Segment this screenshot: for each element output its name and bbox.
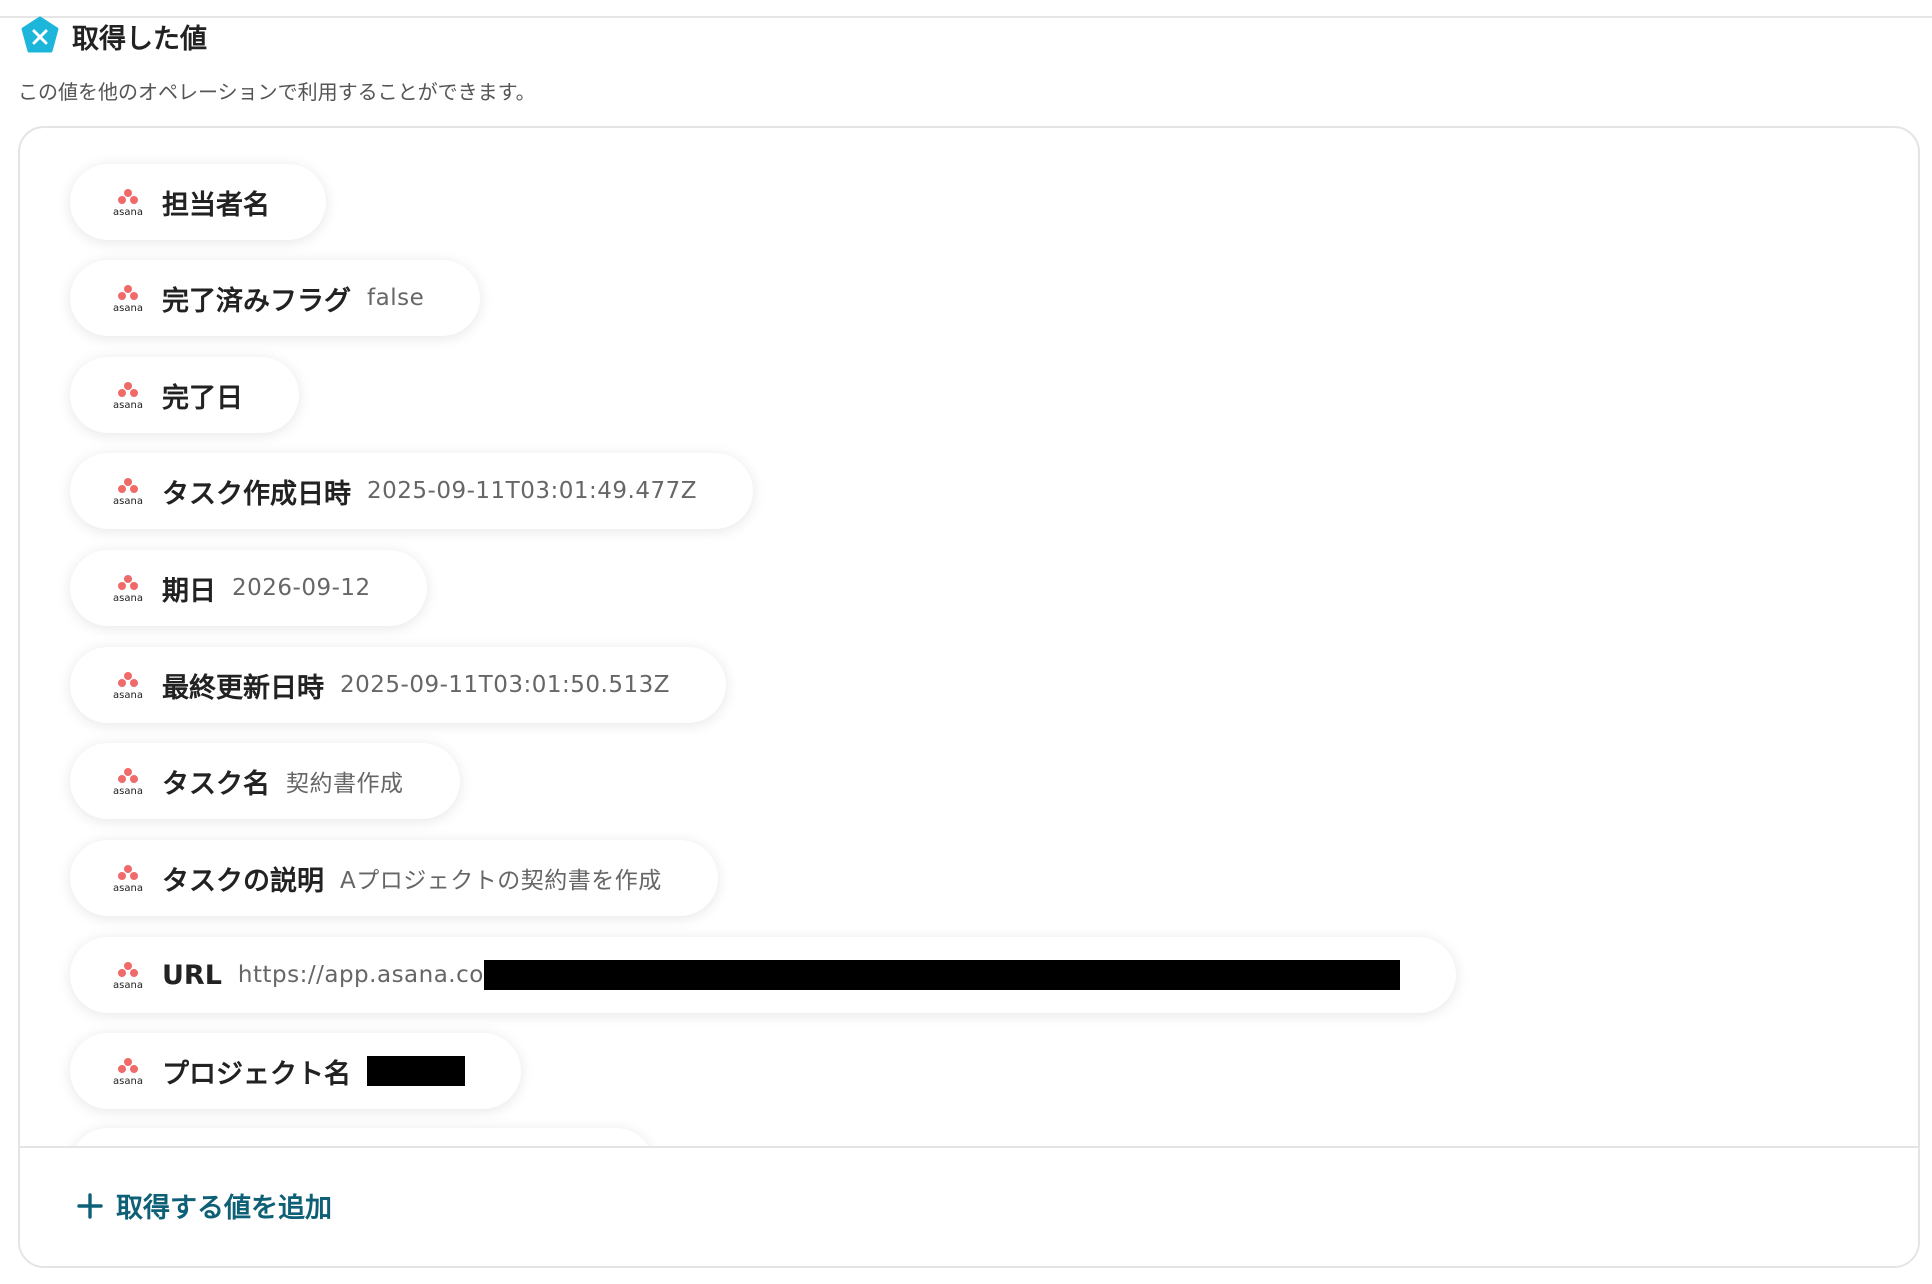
- value-label: タスク名: [162, 768, 270, 800]
- value-sample: false: [367, 285, 425, 311]
- value-label: プロジェクト名: [162, 1058, 351, 1090]
- value-sample: 2025-09-11T03:01:50.513Z: [340, 672, 670, 698]
- asana-logo-icon: asana: [113, 285, 143, 313]
- value-label: 担当者名: [162, 189, 270, 221]
- svg-text:asana: asana: [113, 883, 143, 893]
- value-chip-partially-visible[interactable]: [70, 1128, 654, 1146]
- value-chip-task-description[interactable]: asana タスクの説明 Aプロジェクトの契約書を作成: [70, 840, 718, 916]
- value-sample: 契約書作成: [286, 771, 404, 797]
- add-value-label: 取得する値を追加: [116, 1193, 332, 1224]
- top-divider: [0, 0, 1932, 18]
- values-panel: asana 担当者名 asana 完了済みフラグ false asana 完了日…: [18, 126, 1920, 1268]
- redacted-block: [367, 1056, 465, 1086]
- value-chip-task-created-at[interactable]: asana タスク作成日時 2025-09-11T03:01:49.477Z: [70, 453, 753, 529]
- plus-icon: [77, 1192, 103, 1219]
- svg-text:asana: asana: [113, 207, 143, 217]
- value-chip-completed-date[interactable]: asana 完了日: [70, 357, 299, 433]
- section-header: 取得した値: [20, 16, 207, 56]
- section-description: この値を他のオペレーションで利用することができます。: [18, 80, 536, 104]
- value-chip-task-name[interactable]: asana タスク名 契約書作成: [70, 743, 460, 819]
- add-value-button[interactable]: 取得する値を追加: [76, 1186, 332, 1225]
- value-chip-due-date[interactable]: asana 期日 2026-09-12: [70, 550, 427, 626]
- value-sample: Aプロジェクトの契約書を作成: [340, 868, 662, 894]
- asana-logo-icon: asana: [113, 865, 143, 893]
- asana-logo-icon: asana: [113, 1058, 143, 1086]
- value-label: タスク作成日時: [162, 478, 351, 510]
- svg-text:asana: asana: [113, 690, 143, 700]
- asana-logo-icon: asana: [113, 962, 143, 990]
- value-chip-completed-flag[interactable]: asana 完了済みフラグ false: [70, 260, 481, 336]
- svg-text:asana: asana: [113, 400, 143, 410]
- values-list: asana 担当者名 asana 完了済みフラグ false asana 完了日…: [20, 128, 1918, 1146]
- value-chip-url[interactable]: asana URL https://app.asana.co: [70, 937, 1456, 1013]
- asana-logo-icon: asana: [113, 189, 143, 217]
- redacted-block: [483, 960, 1400, 990]
- asana-logo-icon: asana: [113, 672, 143, 700]
- value-label: 最終更新日時: [162, 672, 324, 704]
- value-label: タスクの説明: [162, 865, 324, 897]
- svg-text:asana: asana: [113, 1076, 143, 1086]
- panel-footer: 取得する値を追加: [20, 1146, 1918, 1266]
- svg-text:asana: asana: [113, 303, 143, 313]
- value-chip-assignee[interactable]: asana 担当者名: [70, 164, 326, 240]
- svg-text:asana: asana: [113, 980, 143, 990]
- section-title: 取得した値: [72, 23, 207, 55]
- asana-logo-icon: asana: [113, 768, 143, 796]
- variable-icon: [21, 16, 59, 53]
- value-chip-last-updated[interactable]: asana 最終更新日時 2025-09-11T03:01:50.513Z: [70, 647, 726, 723]
- value-label: 期日: [162, 575, 216, 607]
- svg-text:asana: asana: [113, 496, 143, 506]
- value-label: 完了日: [162, 382, 243, 414]
- page: 取得した値 この値を他のオペレーションで利用することができます。 asana 担…: [0, 0, 1932, 1284]
- svg-text:asana: asana: [113, 786, 143, 796]
- value-label: URL: [162, 959, 222, 991]
- svg-text:asana: asana: [113, 593, 143, 603]
- value-sample: 2026-09-12: [232, 575, 371, 601]
- asana-logo-icon: asana: [113, 575, 143, 603]
- asana-logo-icon: asana: [113, 478, 143, 506]
- value-sample: https://app.asana.co: [237, 962, 484, 988]
- value-label: 完了済みフラグ: [162, 285, 351, 317]
- value-sample: 2025-09-11T03:01:49.477Z: [367, 478, 697, 504]
- value-chip-project-name[interactable]: asana プロジェクト名: [70, 1033, 521, 1109]
- asana-logo-icon: asana: [113, 382, 143, 410]
